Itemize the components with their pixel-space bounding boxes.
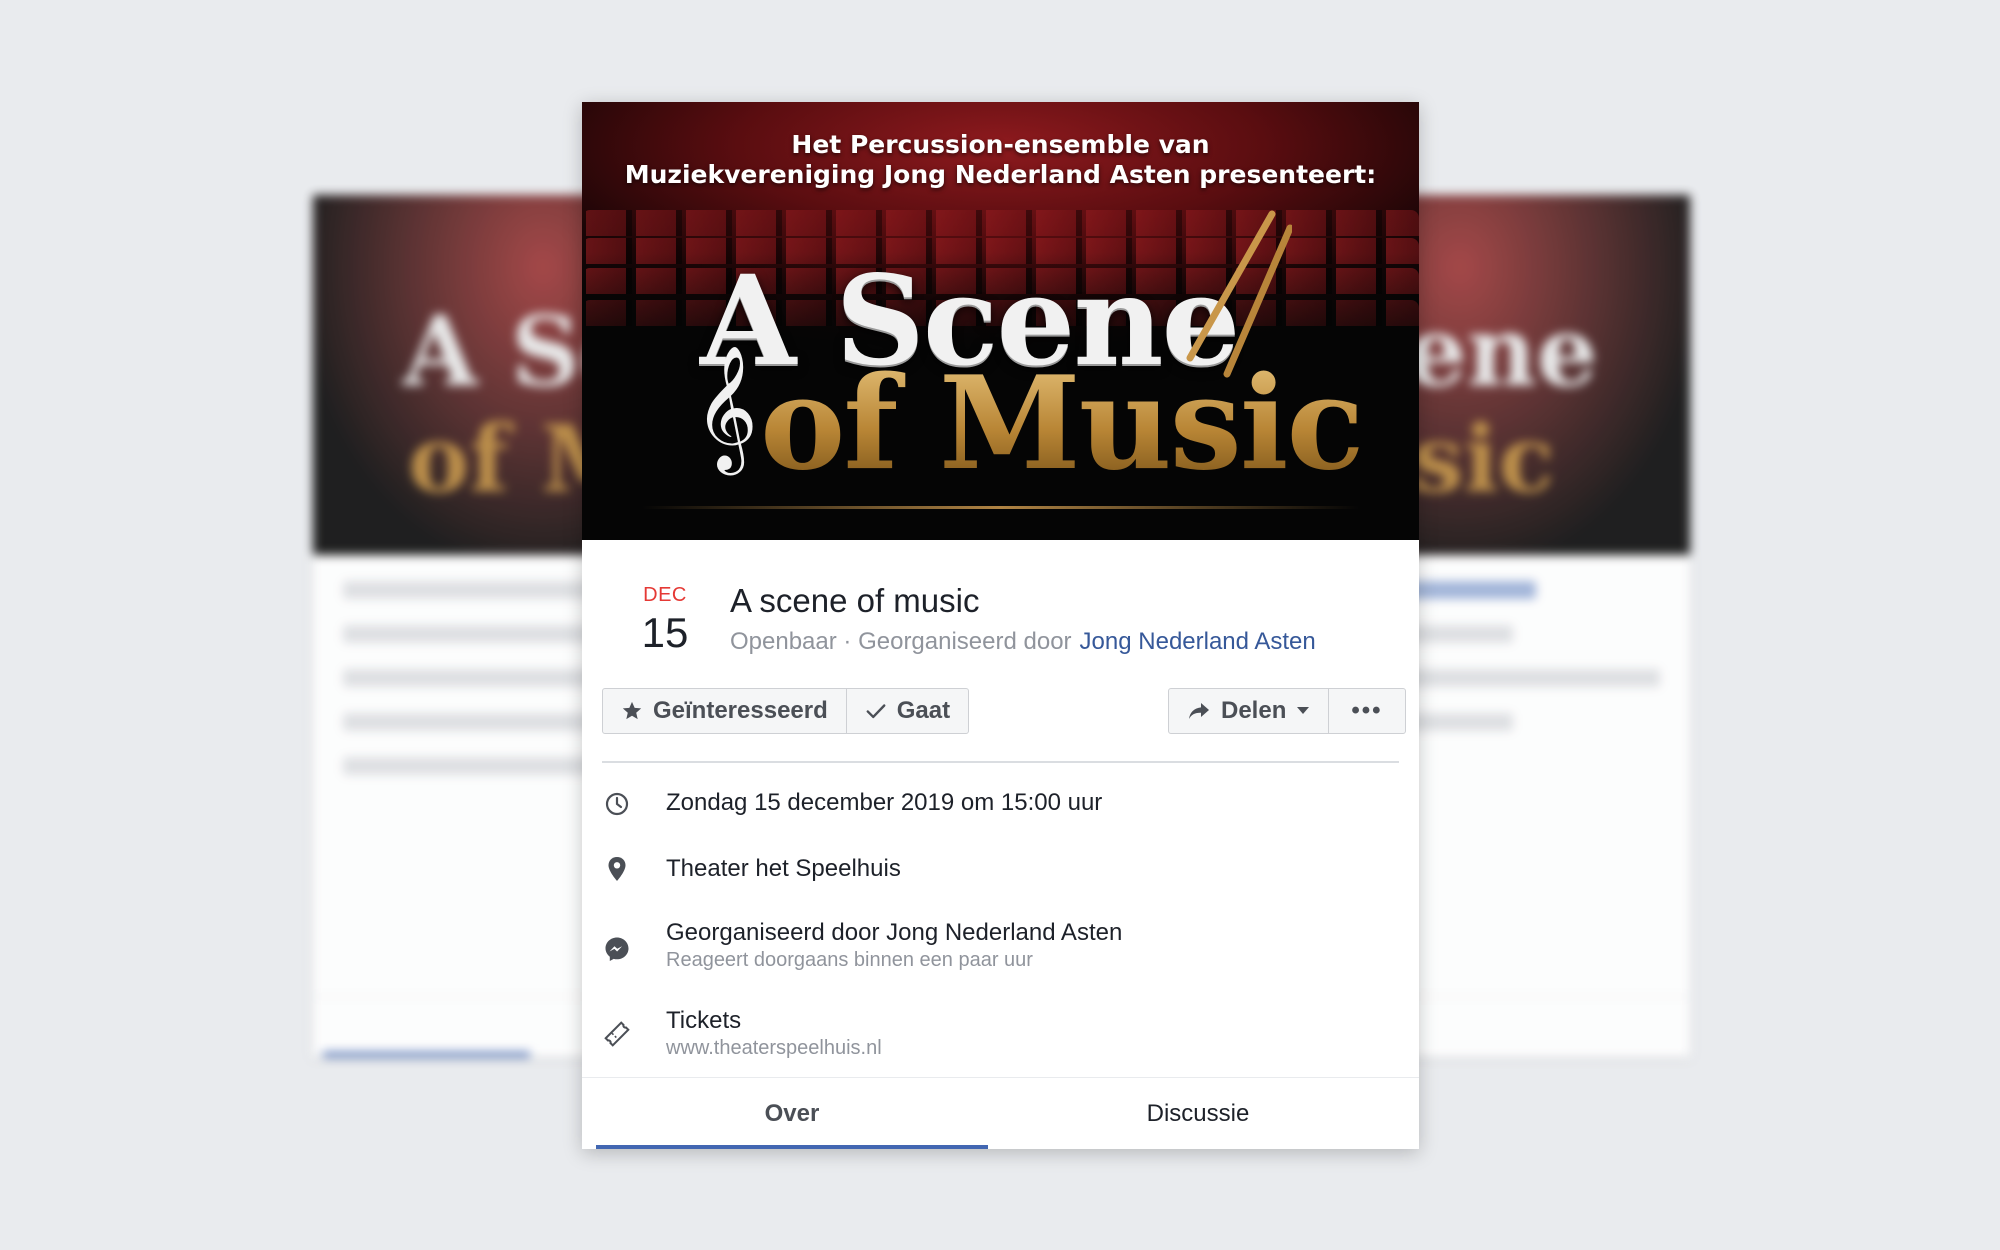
event-card: Het Percussion-ensemble van Muziekvereni…: [582, 102, 1419, 1149]
event-meta: Openbaar · Georganiseerd door Jong Nederl…: [730, 628, 1316, 656]
tickets-label: Tickets: [666, 1007, 742, 1034]
event-location: Theater het Speelhuis: [666, 855, 901, 882]
treble-clef-icon: 𝄞: [694, 345, 758, 470]
tickets-link[interactable]: www.theaterspeelhuis.nl: [666, 1037, 882, 1060]
more-options-button[interactable]: •••: [1328, 689, 1404, 733]
organizer-link[interactable]: Jong Nederland Asten: [1080, 628, 1316, 655]
caret-down-icon: [1297, 707, 1310, 714]
cover-divider: [642, 506, 1359, 509]
drumsticks-icon: [1186, 210, 1292, 378]
event-month: DEC: [643, 584, 687, 606]
clock-icon: [605, 792, 629, 816]
cover-subtitle-line-1: Het Percussion-ensemble van: [791, 130, 1210, 159]
going-label: Gaat: [896, 697, 951, 724]
ticket-icon: [604, 1021, 630, 1047]
event-day: 15: [641, 609, 689, 656]
event-datetime: Zondag 15 december 2019 om 15:00 uur: [666, 789, 1103, 816]
event-visibility: Openbaar · Georganiseerd door: [730, 628, 1072, 655]
interested-button[interactable]: Geïnteresseerd: [603, 689, 846, 733]
going-button[interactable]: Gaat: [845, 689, 968, 733]
share-label: Delen: [1221, 697, 1287, 724]
share-arrow-icon: [1189, 703, 1209, 719]
tab-about[interactable]: Over: [596, 1078, 988, 1149]
tab-discussion[interactable]: Discussie: [988, 1078, 1408, 1149]
background-placeholder-line: [343, 669, 596, 687]
map-pin-icon: [608, 857, 626, 881]
interested-label: Geïnteresseerd: [653, 697, 828, 724]
event-tabs: Over Discussie: [582, 1077, 1419, 1149]
more-options-icon: •••: [1351, 697, 1383, 724]
event-title: A scene of music: [730, 582, 980, 619]
rsvp-button-group: Geïnteresseerd Gaat: [602, 688, 970, 734]
background-placeholder-line: [343, 757, 596, 775]
cover-title-line-2: of Music: [760, 349, 1364, 499]
share-button-group: Delen •••: [1168, 688, 1406, 734]
section-divider: [602, 761, 1399, 763]
cover-subtitle-line-2: Muziekvereniging Jong Nederland Asten pr…: [624, 160, 1377, 189]
star-icon: [622, 701, 642, 720]
share-button[interactable]: Delen: [1169, 689, 1328, 733]
messenger-icon: [605, 937, 629, 961]
event-cover-image[interactable]: Het Percussion-ensemble van Muziekvereni…: [582, 102, 1419, 540]
response-time: Reageert doorgaans binnen een paar uur: [666, 949, 1033, 971]
event-organizer: Georganiseerd door Jong Nederland Asten: [666, 919, 1123, 946]
background-placeholder-line: [343, 581, 596, 599]
checkmark-icon: [866, 704, 886, 719]
event-date-badge: DEC 15: [630, 584, 700, 657]
